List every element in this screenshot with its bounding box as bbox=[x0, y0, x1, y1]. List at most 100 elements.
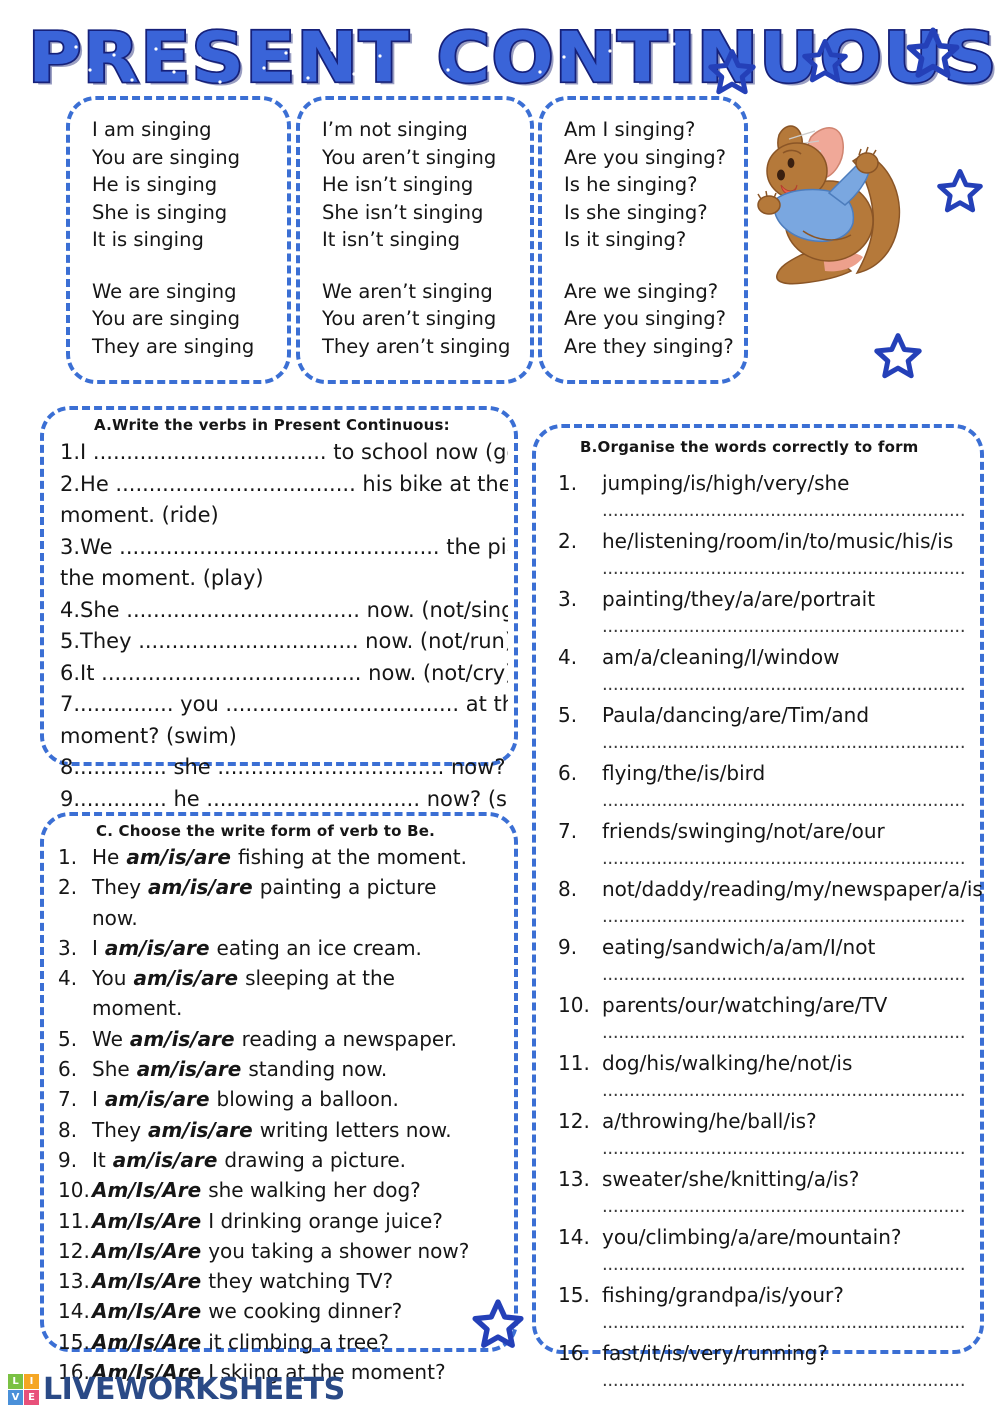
section-c-item[interactable]: 9. It am/is/are drawing a picture. bbox=[58, 1145, 508, 1175]
verb-choice-options[interactable]: am/is/are bbox=[148, 872, 253, 902]
answer-line[interactable]: ........................................… bbox=[602, 674, 964, 692]
section-b-item[interactable]: 3. painting/they/a/are/portrait bbox=[558, 586, 964, 612]
answer-line[interactable]: ........................................… bbox=[602, 906, 964, 924]
section-a-item[interactable]: 3. We ..................................… bbox=[60, 532, 508, 564]
verb-choice-options[interactable]: am/is/are bbox=[148, 1115, 253, 1145]
section-c-item[interactable]: 11. Am/Is/Are I drinking orange juice? bbox=[58, 1206, 508, 1236]
section-b-item[interactable]: 15. fishing/grandpa/is/your? bbox=[558, 1282, 964, 1308]
section-b-item[interactable]: 8. not/daddy/reading/my/newspaper/a/is bbox=[558, 876, 983, 902]
section-c-item[interactable]: 14. Am/Is/Are we cooking dinner? bbox=[58, 1296, 508, 1326]
verb-choice-options[interactable]: am/is/are bbox=[113, 1145, 218, 1175]
answer-line[interactable]: ........................................… bbox=[602, 500, 964, 518]
section-b-item[interactable]: 10. parents/our/watching/are/TV bbox=[558, 992, 964, 1018]
conjugation-box-affirmative: I am singing You are singing He is singi… bbox=[66, 96, 291, 384]
item-number: 5. bbox=[558, 703, 578, 727]
section-b-item[interactable]: 5. Paula/dancing/are/Tim/and bbox=[558, 702, 964, 728]
star-3-icon bbox=[906, 27, 960, 78]
section-c-item[interactable]: 10. Am/Is/Are she walking her dog? bbox=[58, 1175, 508, 1205]
section-a-item[interactable]: 2. He ..................................… bbox=[60, 469, 508, 501]
item-number: 7. bbox=[558, 819, 578, 843]
verb-choice-options[interactable]: Am/Is/Are bbox=[92, 1327, 201, 1357]
conj-line: Is it singing? bbox=[564, 228, 687, 251]
section-b-item[interactable]: 2. he/listening/room/in/to/music/his/is bbox=[558, 528, 964, 554]
section-c-item[interactable]: 12. Am/Is/Are you taking a shower now? bbox=[58, 1236, 508, 1266]
conj-line: We are singing bbox=[92, 279, 237, 303]
verb-choice-options[interactable]: Am/Is/Are bbox=[92, 1266, 201, 1296]
verb-choice-options[interactable]: Am/Is/Are bbox=[92, 1175, 201, 1205]
section-a-item[interactable]: 5. They ................................… bbox=[60, 626, 508, 658]
section-a-item[interactable]: 7. .............. you ..................… bbox=[60, 689, 508, 721]
item-number: 12. bbox=[58, 1238, 90, 1263]
section-c-item[interactable]: 2. They am/is/are painting a picture bbox=[58, 872, 508, 902]
section-a-panel: A.Write the verbs in Present Continuous:… bbox=[40, 406, 518, 811]
verb-choice-options[interactable]: am/is/are bbox=[126, 842, 231, 872]
section-b-item[interactable]: 16. fast/it/is/very/running? bbox=[558, 1340, 964, 1366]
conj-line: You aren’t singing bbox=[322, 307, 497, 330]
conj-line: It isn’t singing bbox=[322, 228, 461, 251]
section-b-item[interactable]: 14. you/climbing/a/are/mountain? bbox=[558, 1224, 964, 1250]
answer-line[interactable]: ........................................… bbox=[602, 1196, 964, 1214]
section-c-item[interactable]: 1. He am/is/are fishing at the moment. bbox=[58, 842, 508, 872]
answer-line[interactable]: ........................................… bbox=[602, 1138, 964, 1156]
section-b-item[interactable]: 6. flying/the/is/bird bbox=[558, 760, 964, 786]
answer-line[interactable]: ........................................… bbox=[602, 1022, 964, 1040]
section-a-item[interactable]: moment. (ride) bbox=[60, 500, 508, 532]
section-b-item[interactable]: 12. a/throwing/he/ball/is? bbox=[558, 1108, 964, 1134]
conj-line: Are you singing? bbox=[564, 307, 726, 330]
section-a-item[interactable]: the moment. (play) bbox=[60, 563, 508, 595]
answer-line[interactable]: ........................................… bbox=[602, 1080, 964, 1098]
item-number: 11. bbox=[558, 1051, 590, 1075]
verb-choice-options[interactable]: Am/Is/Are bbox=[92, 1206, 201, 1236]
section-a-item[interactable]: 8. ............. she ...................… bbox=[60, 752, 508, 784]
section-a-item[interactable]: 9. ............. he ....................… bbox=[60, 784, 508, 816]
answer-line[interactable]: ........................................… bbox=[602, 848, 964, 866]
section-a-item[interactable]: moment? (swim) bbox=[60, 721, 508, 753]
section-b-item[interactable]: 11. dog/his/walking/he/not/is bbox=[558, 1050, 964, 1076]
item-number: 6. bbox=[558, 761, 578, 785]
section-a-item[interactable]: 6. It ..................................… bbox=[60, 658, 508, 690]
item-text: reading a newspaper. bbox=[241, 1026, 457, 1051]
item-text: eating/sandwich/a/am/I/not bbox=[602, 935, 876, 959]
answer-line[interactable]: ........................................… bbox=[602, 616, 964, 634]
answer-line[interactable]: ........................................… bbox=[602, 1254, 964, 1272]
page-title-text: PRESENT CONTINUOUS bbox=[26, 16, 998, 99]
answer-line[interactable]: ........................................… bbox=[602, 1312, 964, 1330]
section-b-item[interactable]: 9. eating/sandwich/a/am/I/not bbox=[558, 934, 964, 960]
item-number: 5. bbox=[58, 1026, 78, 1051]
verb-choice-options[interactable]: am/is/are bbox=[137, 1054, 242, 1084]
section-c-item[interactable]: 5. We am/is/are reading a newspaper. bbox=[58, 1024, 508, 1054]
verb-choice-options[interactable]: am/is/are bbox=[130, 1024, 235, 1054]
answer-line[interactable]: ........................................… bbox=[602, 732, 964, 750]
section-c-item[interactable]: 6. She am/is/are standing now. bbox=[58, 1054, 508, 1084]
item-number: 4. bbox=[58, 966, 78, 991]
section-c-item[interactable]: 3. Iam/is/are eating an ice cream. bbox=[58, 933, 508, 963]
section-b-item[interactable]: 4. am/a/cleaning/I/window bbox=[558, 644, 964, 670]
verb-choice-options[interactable]: am/is/are bbox=[105, 1084, 210, 1114]
answer-line[interactable]: ........................................… bbox=[602, 790, 964, 808]
answer-line[interactable]: ........................................… bbox=[602, 964, 964, 982]
section-a-item[interactable]: 4. She .................................… bbox=[60, 595, 508, 627]
section-a-item[interactable]: 1. I ...................................… bbox=[60, 437, 508, 469]
item-number: 3. bbox=[558, 587, 578, 611]
liveworksheets-logo: L I V E LIVEWORKSHEETS bbox=[8, 1372, 345, 1407]
conj-line: Am I singing? bbox=[564, 118, 696, 141]
verb-choice-options[interactable]: Am/Is/Are bbox=[92, 1296, 201, 1326]
item-text: we cooking dinner? bbox=[208, 1299, 403, 1324]
item-text: eating an ice cream. bbox=[216, 935, 422, 960]
section-b-item[interactable]: 1. jumping/is/high/very/she bbox=[558, 470, 964, 496]
verb-choice-options[interactable]: am/is/are bbox=[105, 933, 210, 963]
item-number: 10. bbox=[558, 993, 590, 1017]
section-b-item[interactable]: 7. friends/swinging/not/are/our bbox=[558, 818, 964, 844]
item-number: 7. bbox=[60, 692, 81, 716]
item-text: fishing/grandpa/is/your? bbox=[602, 1283, 844, 1307]
verb-choice-options[interactable]: Am/Is/Are bbox=[92, 1236, 201, 1266]
answer-line[interactable]: ........................................… bbox=[602, 558, 964, 576]
section-b-item[interactable]: 13. sweater/she/knitting/a/is? bbox=[558, 1166, 964, 1192]
section-c-item[interactable]: 8. They am/is/are writing letters now. bbox=[58, 1115, 508, 1145]
section-c-item[interactable]: 15. Am/Is/Are it climbing a tree? bbox=[58, 1327, 508, 1357]
section-c-item[interactable]: 13. Am/Is/Are they watching TV? bbox=[58, 1266, 508, 1296]
section-c-item[interactable]: 7. Iam/is/are blowing a balloon. bbox=[58, 1084, 508, 1114]
verb-choice-options[interactable]: am/is/are bbox=[133, 963, 238, 993]
section-c-item[interactable]: 4. You am/is/are sleeping at the bbox=[58, 963, 508, 993]
answer-line[interactable]: ........................................… bbox=[602, 1370, 964, 1388]
